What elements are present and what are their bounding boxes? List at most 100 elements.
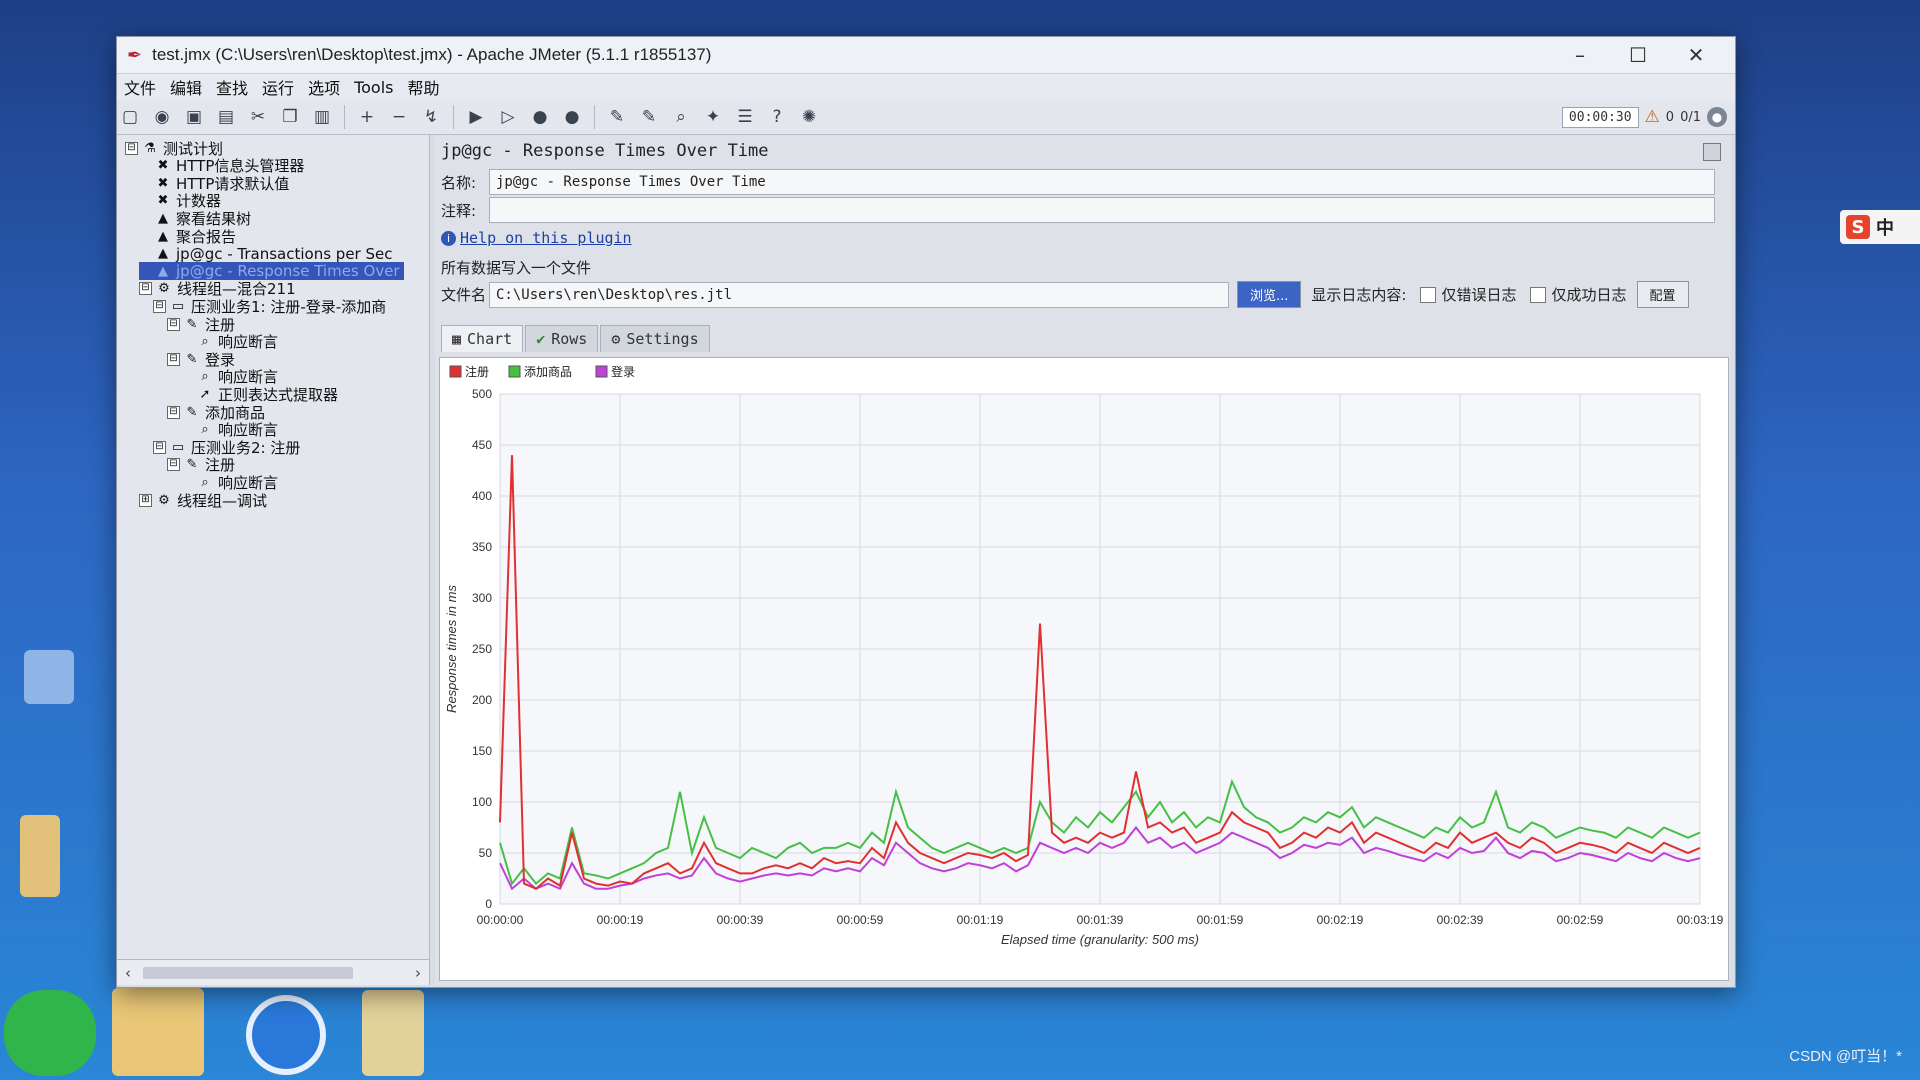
tree-expander-icon[interactable]: ⊟ (139, 282, 152, 296)
menu-edit[interactable]: 编辑 (163, 75, 209, 99)
pen-icon: ✎ (186, 404, 198, 420)
tree-expander-icon[interactable]: ⊟ (153, 440, 166, 454)
menu-run[interactable]: 运行 (255, 75, 301, 99)
tree-node-label: 聚合报告 (176, 227, 237, 246)
comment-input[interactable] (489, 197, 1715, 223)
cut-icon[interactable]: ✂ (245, 104, 271, 130)
tree-expander-icon[interactable]: ⊟ (153, 299, 166, 313)
tree-content: ⊟ ⚗ 测试计划 ✖ HTTP信息头管理器 ✖ HTTP请求默认值 ✖ 计数器 ▲ 察看结果树 ▲ 聚合… (117, 135, 429, 955)
menu-options[interactable]: 选项 (301, 75, 347, 99)
tree-expander-icon[interactable]: ⊞ (139, 493, 152, 507)
y-tick-label: 100 (472, 795, 492, 809)
tab-chart[interactable]: ▦ Chart (441, 325, 524, 352)
x-tick-label: 00:00:59 (837, 913, 884, 927)
panel-expand-button[interactable] (1703, 143, 1721, 161)
ime-indicator[interactable]: S 中 (1840, 210, 1920, 244)
copy-icon[interactable]: ❐ (277, 104, 303, 130)
chart-icon: ▦ (452, 330, 462, 348)
clear-icon[interactable]: ✎ (604, 104, 630, 130)
scroll-left-icon[interactable]: ‹ (125, 964, 131, 982)
name-input[interactable]: jp@gc - Response Times Over Time (489, 169, 1715, 195)
checkmark-icon: ✔ (536, 330, 546, 348)
stop-icon[interactable]: ● (527, 104, 553, 130)
magnifier-icon: ⌕ (201, 334, 209, 350)
templates-icon[interactable]: ◉ (149, 104, 175, 130)
tree-expander-icon[interactable]: ⊟ (167, 317, 180, 331)
shutdown-icon[interactable]: ● (559, 104, 585, 130)
new-icon[interactable]: ▢ (117, 104, 143, 130)
tree-expander-icon[interactable]: ⊟ (125, 141, 138, 155)
scroll-right-icon[interactable]: › (415, 964, 421, 982)
wrench-icon: ✖ (157, 158, 169, 174)
minimize-button[interactable]: – (1551, 43, 1609, 67)
wechat-desktop-icon[interactable] (4, 990, 96, 1076)
side-desktop-icon[interactable] (24, 650, 74, 704)
tree-expander-icon[interactable]: ⊟ (167, 458, 180, 472)
close-button[interactable]: ✕ (1667, 43, 1725, 67)
start-no-pause-icon[interactable]: ▷ (495, 104, 521, 130)
menu-help[interactable]: 帮助 (401, 75, 447, 99)
expand-icon[interactable]: + (354, 104, 380, 130)
tree-node[interactable]: ▲ jp@gc - Transactions per Sec (139, 245, 392, 263)
refresh-desktop-icon[interactable] (246, 995, 326, 1075)
title-bar[interactable]: ✒ test.jmx (C:\Users\ren\Desktop\test.jm… (117, 37, 1735, 74)
browse-button[interactable]: 浏览... (1237, 281, 1302, 308)
help-icon[interactable]: ? (764, 104, 790, 130)
graph-icon: ▲ (158, 210, 168, 226)
tree-node[interactable]: ⊟ ▭ 压测业务1: 注册-登录-添加商 (153, 297, 386, 316)
success-only-checkbox[interactable] (1530, 286, 1547, 303)
elapsed-timer: 00:00:30 (1561, 106, 1639, 128)
tab-rows[interactable]: ✔ Rows (525, 325, 599, 352)
menu-tools[interactable]: Tools (347, 78, 400, 97)
scroll-thumb[interactable] (143, 966, 353, 979)
tree-expander-icon[interactable]: ⊟ (167, 352, 180, 366)
tree-hscrollbar[interactable]: ‹ › (117, 959, 429, 985)
success-only-label: 仅成功日志 (1551, 286, 1627, 304)
chart-svg: 0 50 100 150 200 250 300 350 400 450 500 00:00:00 00… (444, 364, 1724, 947)
menu-search[interactable]: 查找 (209, 75, 255, 99)
thread-count: 0/1 (1680, 109, 1701, 125)
maximize-button[interactable]: ☐ (1609, 43, 1667, 67)
status-globe-icon[interactable]: ● (1707, 107, 1727, 127)
collapse-icon[interactable]: − (386, 104, 412, 130)
paste-icon[interactable]: ▥ (309, 104, 335, 130)
name-label: 名称: (441, 173, 477, 192)
tree-expander-icon[interactable]: ⊟ (167, 405, 180, 419)
y-tick-label: 400 (472, 489, 492, 503)
start-icon[interactable]: ▶ (463, 104, 489, 130)
remote-icon[interactable]: ✺ (796, 104, 822, 130)
save-icon[interactable]: ▤ (213, 104, 239, 130)
tree-node[interactable]: ⊞ ⚙ 线程组—调试 (139, 491, 267, 510)
legend-swatch (508, 365, 521, 378)
folder-desktop-icon[interactable] (20, 815, 60, 897)
error-count: 0 (1665, 109, 1675, 125)
x-tick-label: 00:01:39 (1077, 913, 1124, 927)
errors-only-checkbox[interactable] (1420, 286, 1437, 303)
shortcut-desktop-icon[interactable] (112, 988, 204, 1076)
reset-search-icon[interactable]: ✦ (700, 104, 726, 130)
x-tick-label: 00:00:00 (477, 913, 524, 927)
tab-chart-label: Chart (467, 330, 513, 348)
config-button[interactable]: 配置 (1636, 281, 1689, 308)
document-desktop-icon[interactable] (362, 990, 424, 1076)
plugin-panel: jp@gc - Response Times Over Time 名称: jp@… (435, 135, 1731, 985)
warning-icon[interactable]: ⚠ (1645, 107, 1660, 127)
function-helper-icon[interactable]: ☰ (732, 104, 758, 130)
view-tabs: ▦ Chart ✔ Rows ⚙ Settings (441, 325, 710, 352)
x-tick-label: 00:00:39 (717, 913, 764, 927)
pen-icon: ✎ (186, 351, 198, 367)
y-tick-label: 350 (472, 540, 492, 554)
clear-all-icon[interactable]: ✎ (636, 104, 662, 130)
menu-file[interactable]: 文件 (117, 75, 163, 99)
sogou-icon: S (1846, 215, 1870, 239)
tree-node[interactable]: ▲ 聚合报告 (139, 227, 237, 246)
help-link[interactable]: Help on this plugin (460, 229, 632, 247)
toggle-icon[interactable]: ↯ (418, 104, 444, 130)
open-icon[interactable]: ▣ (181, 104, 207, 130)
filename-input[interactable]: C:\Users\ren\Desktop\res.jtl (489, 281, 1229, 308)
tab-settings[interactable]: ⚙ Settings (600, 325, 710, 352)
ime-mode-label: 中 (1876, 218, 1894, 239)
response-times-chart[interactable]: 0 50 100 150 200 250 300 350 400 450 500 00:00:00 00… (439, 357, 1729, 981)
search-icon[interactable]: ⌕ (668, 104, 694, 130)
window-title: test.jmx (C:\Users\ren\Desktop\test.jmx)… (152, 45, 712, 64)
